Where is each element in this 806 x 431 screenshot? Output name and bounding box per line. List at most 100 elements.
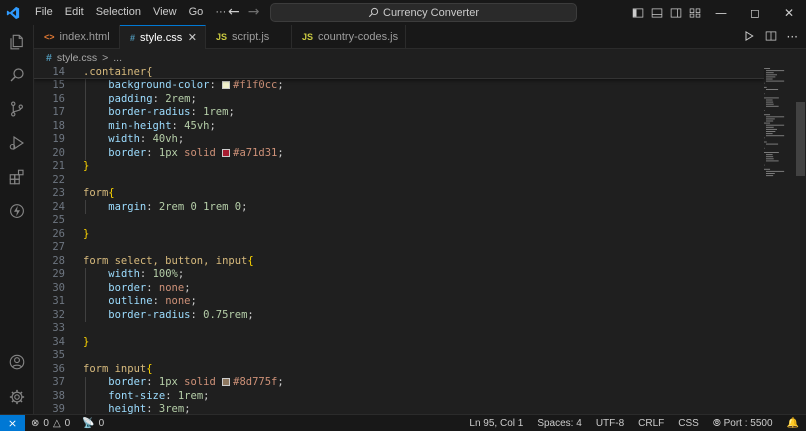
code-token: 1px (158, 146, 178, 159)
code-line[interactable]: 34} (34, 336, 764, 350)
minimap[interactable] (727, 66, 794, 414)
minimap-line (766, 99, 773, 101)
split-editor-icon[interactable] (765, 30, 777, 45)
encoding[interactable]: UTF-8 (589, 418, 631, 429)
code-line[interactable]: 23 form{ (34, 187, 764, 201)
code-line[interactable]: 37 border: 1px solid #8d775f; (34, 376, 764, 390)
breadcrumb-more[interactable]: ... (113, 52, 122, 64)
search-activity-icon[interactable] (0, 58, 34, 92)
command-center-search[interactable]: Currency Converter (270, 3, 577, 22)
code-line[interactable]: 25 (34, 214, 764, 228)
code-token: height (108, 403, 147, 414)
code-line[interactable]: 28 form select, button, input{ (34, 255, 764, 269)
code-line[interactable]: 32 border-radius: 0.75rem; (34, 309, 764, 323)
color-swatch[interactable] (222, 81, 231, 89)
code-line[interactable]: 21} (34, 160, 764, 174)
close-window-icon[interactable]: ✕ (772, 0, 806, 25)
code-line[interactable]: 29 width: 100%; (34, 268, 764, 282)
run-file-icon[interactable] (743, 30, 755, 45)
toggle-primary-sidebar-icon[interactable] (628, 0, 647, 25)
code-line[interactable]: 38 font-size: 1rem; (34, 390, 764, 404)
code-line[interactable]: 16 padding: 2rem; (34, 93, 764, 107)
code-line[interactable]: 20 border: 1px solid #a71d31; (34, 147, 764, 161)
maximize-icon[interactable]: ◻ (738, 0, 772, 25)
forward-arrow-icon[interactable]: → (248, 0, 260, 25)
toggle-secondary-sidebar-icon[interactable] (666, 0, 685, 25)
code-token: : (146, 200, 159, 213)
color-swatch[interactable] (222, 378, 231, 386)
notifications-bell-icon[interactable]: 🔔 (780, 418, 806, 429)
warning-count[interactable]: 0 (65, 418, 71, 429)
tab-script-js[interactable]: JS script.js (206, 25, 292, 49)
tab-style-css[interactable]: # style.css ✕ (120, 25, 206, 49)
toggle-panel-icon[interactable] (647, 0, 666, 25)
live-server-port[interactable]: ⦾ Port : 5500 (706, 418, 780, 429)
end-of-line[interactable]: CRLF (631, 418, 671, 429)
minimap-line (766, 89, 779, 90)
language-mode[interactable]: CSS (671, 418, 706, 429)
menu-file[interactable]: File (29, 0, 59, 25)
error-count[interactable]: 0 (43, 418, 49, 429)
code-line[interactable]: 22 (34, 174, 764, 188)
code-line[interactable]: 35 (34, 349, 764, 363)
code-text: width: 100%; (83, 268, 184, 282)
customize-layout-icon[interactable] (685, 0, 704, 25)
line-number: 28 (52, 254, 65, 267)
color-swatch[interactable] (222, 148, 231, 157)
back-arrow-icon[interactable]: ← (228, 0, 240, 25)
explorer-icon[interactable] (0, 25, 34, 59)
line-number: 32 (52, 308, 65, 321)
tab-country-codes-js[interactable]: JS country-codes.js (292, 25, 406, 49)
extensions-icon[interactable] (0, 160, 34, 194)
menu-view[interactable]: View (147, 0, 183, 25)
sticky-scroll-header[interactable]: 14 .container{ (34, 66, 764, 79)
code-line[interactable]: 31 outline: none; (34, 295, 764, 309)
code-token: 2rem (158, 200, 185, 213)
source-control-icon[interactable] (0, 92, 34, 126)
live-server-icon[interactable] (0, 194, 34, 228)
scrollbar-thumb[interactable] (796, 102, 805, 176)
code-line[interactable]: 15 background-color: #f1f0cc; (34, 79, 764, 93)
code-token: { (146, 362, 153, 375)
close-tab-icon[interactable]: ✕ (188, 31, 197, 44)
tab-index-html[interactable]: <> index.html (34, 25, 120, 49)
cursor-position[interactable]: Ln 95, Col 1 (462, 418, 530, 429)
minimize-icon[interactable]: — (704, 0, 738, 25)
code-editor[interactable]: 15 background-color: #f1f0cc; 16 padding:… (34, 66, 806, 414)
manage-gear-icon[interactable] (0, 380, 34, 414)
line-number: 15 (52, 79, 65, 91)
code-token: solid (177, 376, 223, 388)
code-line[interactable]: 26} (34, 228, 764, 242)
code-line[interactable]: 24 margin: 2rem 0 1rem 0; (34, 201, 764, 215)
code-text: form{ (83, 187, 115, 201)
ports-count[interactable]: 0 (99, 418, 105, 429)
code-line[interactable]: 17 border-radius: 1rem; (34, 106, 764, 120)
menu-go[interactable]: Go (183, 0, 210, 25)
line-number: 21 (52, 160, 65, 172)
code-line[interactable]: 33 (34, 322, 764, 336)
indentation[interactable]: Spaces: 4 (530, 418, 588, 429)
remote-window-icon[interactable]: ⨯ (0, 414, 25, 431)
menu-selection[interactable]: Selection (90, 0, 147, 25)
vertical-scrollbar[interactable] (794, 66, 806, 414)
warnings-icon: △ (52, 417, 61, 429)
breadcrumb-file[interactable]: style.css (57, 52, 97, 64)
run-and-debug-icon[interactable] (0, 126, 34, 160)
menu-edit[interactable]: Edit (59, 0, 90, 25)
tab-label: script.js (232, 31, 270, 43)
code-line[interactable]: 19 width: 40vh; (34, 133, 764, 147)
accounts-icon[interactable] (0, 345, 34, 379)
code-line[interactable]: 36 form input{ (34, 363, 764, 377)
code-line[interactable]: 30 border: none; (34, 282, 764, 296)
code-line[interactable]: 18 min-height: 45vh; (34, 120, 764, 134)
code-line[interactable]: 27 (34, 241, 764, 255)
minimap-line (766, 74, 777, 76)
code-line[interactable]: 39 height: 3rem; (34, 403, 764, 414)
more-actions-icon[interactable]: ··· (787, 30, 798, 44)
minimap-line (764, 86, 767, 88)
code-text: background-color: #f1f0cc; (83, 79, 283, 93)
code-text: font-size: 1rem; (83, 390, 209, 404)
